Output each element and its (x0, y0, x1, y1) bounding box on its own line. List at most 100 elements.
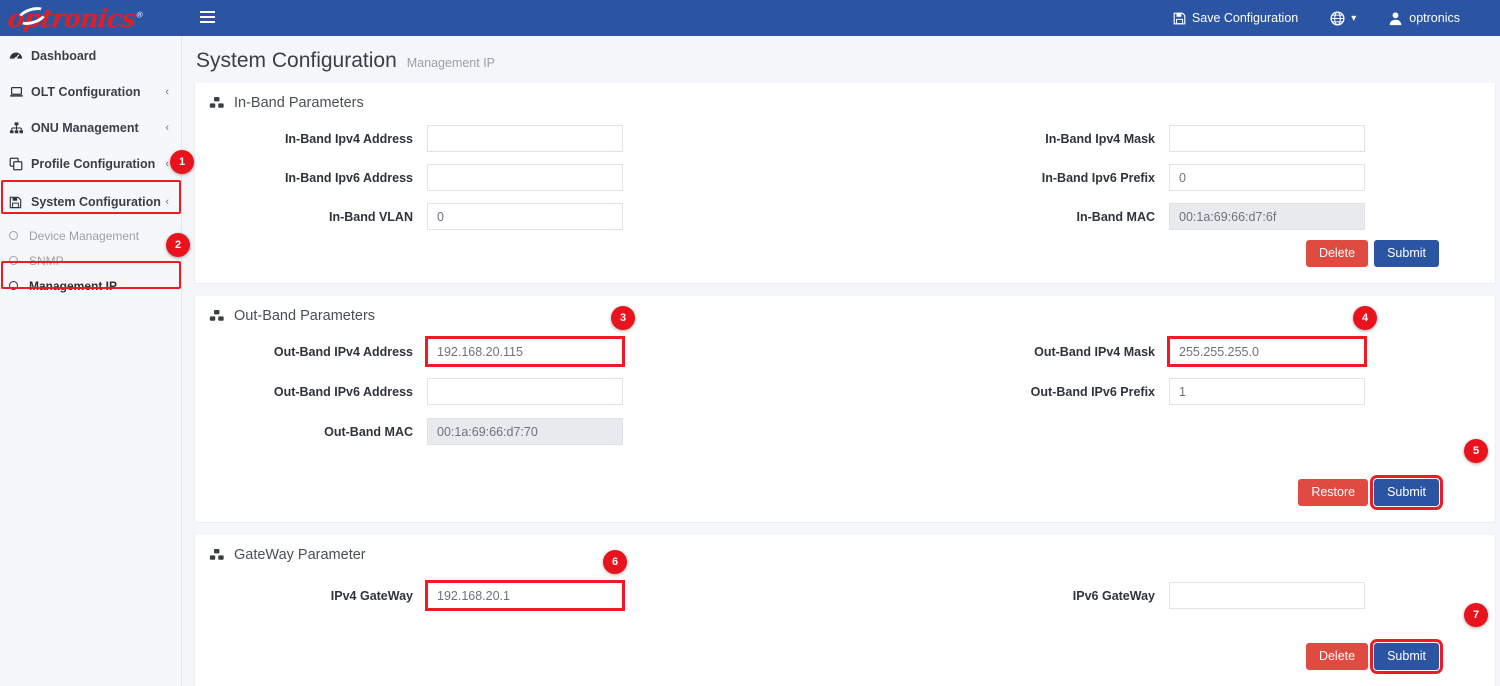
card-out-band-parameters: Out-Band Parameters Out-Band IPv4 Addres… (194, 296, 1496, 523)
brand-registered-mark: ® (135, 10, 144, 19)
field-in-band-mac-wrap: 00:1a:69:66:d7:6f (1169, 203, 1365, 230)
user-name-label: optronics (1409, 11, 1460, 25)
field-out-band-mac-wrap: 00:1a:69:66:d7:70 (427, 418, 623, 445)
sidebar-caret-system: ‹ (165, 196, 171, 208)
clone-icon (9, 157, 29, 171)
step-marker-4: 4 (1353, 306, 1377, 330)
field-in-band-ipv6-prefix-wrap: 0 (1169, 164, 1365, 191)
input-out-band-ipv4-mask[interactable]: 255.255.255.0 (1169, 338, 1365, 365)
label-ipv6-gateway: IPv6 GateWay (937, 589, 1169, 603)
brand-logo-text: optronics® (6, 6, 144, 31)
sidebar-item-snmp-label: SNMP (29, 254, 64, 268)
save-configuration-button[interactable]: Save Configuration (1157, 0, 1314, 36)
input-ipv4-gateway[interactable]: 192.168.20.1 (427, 582, 623, 609)
card-gateway-parameter: GateWay Parameter IPv4 GateWay 192.168.2… (194, 535, 1496, 686)
section-title-gateway: GateWay Parameter (195, 535, 1495, 569)
cubes-icon (209, 96, 225, 110)
step-marker-4-label: 4 (1362, 312, 1368, 324)
language-selector[interactable]: ▾ (1314, 0, 1372, 36)
sidebar-nav: Dashboard OLT Configuration ‹ (0, 36, 182, 686)
field-in-band-ipv4-address-wrap (427, 125, 623, 152)
step-marker-3: 3 (611, 306, 635, 330)
submit-button-gateway[interactable]: Submit (1374, 643, 1439, 670)
sidebar-item-olt-configuration-label: OLT Configuration (29, 85, 165, 99)
input-in-band-ipv4-address[interactable] (427, 125, 623, 152)
form-in-band: In-Band Ipv4 Address In-Band Ipv4 Mask I… (195, 117, 1495, 240)
input-in-band-ipv6-prefix[interactable]: 0 (1169, 164, 1365, 191)
label-in-band-ipv6-address: In-Band Ipv6 Address (195, 171, 427, 185)
top-navbar: optronics® Save Configuration (0, 0, 1500, 36)
restore-button-out-band[interactable]: Restore (1298, 479, 1368, 506)
sidebar-item-management-ip[interactable]: Management IP (0, 273, 181, 298)
label-in-band-ipv4-mask: In-Band Ipv4 Mask (937, 132, 1169, 146)
field-out-band-ipv6-address-wrap (427, 378, 623, 405)
button-row-gateway: Delete Submit 7 (195, 619, 1495, 686)
step-marker-7: 7 (1464, 603, 1488, 627)
label-in-band-vlan: In-Band VLAN (195, 210, 427, 224)
field-in-band-vlan-wrap: 0 (427, 203, 623, 230)
sidebar-item-system-configuration[interactable]: System Configuration ‹ (0, 184, 181, 220)
sidebar-item-onu-management[interactable]: ONU Management ‹ (0, 110, 181, 146)
save-icon (9, 196, 29, 209)
input-in-band-ipv4-mask[interactable] (1169, 125, 1365, 152)
step-marker-5: 5 (1464, 439, 1488, 463)
brand-name: optronics (6, 4, 137, 33)
label-out-band-ipv4-mask: Out-Band IPv4 Mask (937, 345, 1169, 359)
button-row-out-band: Restore Submit 5 (195, 455, 1495, 522)
submit-button-in-band[interactable]: Submit (1374, 240, 1439, 267)
input-in-band-mac: 00:1a:69:66:d7:6f (1169, 203, 1365, 230)
card-in-band-parameters: In-Band Parameters In-Band Ipv4 Address … (194, 83, 1496, 284)
label-out-band-ipv6-prefix: Out-Band IPv6 Prefix (937, 385, 1169, 399)
floppy-save-icon (1173, 12, 1186, 25)
field-out-band-ipv4-address-wrap: 192.168.20.115 3 (427, 338, 623, 365)
button-row-in-band: Delete Submit (195, 240, 1495, 283)
input-in-band-ipv6-address[interactable] (427, 164, 623, 191)
input-in-band-vlan[interactable]: 0 (427, 203, 623, 230)
cubes-icon (209, 548, 225, 562)
step-marker-6-label: 6 (612, 556, 618, 568)
brand-logo[interactable]: optronics® (0, 0, 182, 36)
section-title-out-band: Out-Band Parameters (195, 296, 1495, 330)
input-out-band-ipv6-prefix[interactable]: 1 (1169, 378, 1365, 405)
user-avatar-icon (1388, 11, 1403, 26)
globe-icon (1330, 11, 1345, 26)
input-out-band-ipv4-address[interactable]: 192.168.20.115 (427, 338, 623, 365)
section-title-in-band-label: In-Band Parameters (234, 95, 364, 111)
cubes-icon (209, 309, 225, 323)
sidebar-item-snmp[interactable]: SNMP (0, 248, 181, 273)
step-marker-1: 1 (170, 150, 194, 174)
field-in-band-ipv4-mask-wrap (1169, 125, 1365, 152)
input-out-band-ipv6-address[interactable] (427, 378, 623, 405)
input-out-band-mac: 00:1a:69:66:d7:70 (427, 418, 623, 445)
input-ipv6-gateway[interactable] (1169, 582, 1365, 609)
sidebar-item-profile-configuration[interactable]: Profile Configuration ‹ (0, 146, 181, 182)
sitemap-icon (9, 121, 29, 135)
section-title-out-band-label: Out-Band Parameters (234, 308, 375, 324)
field-in-band-ipv6-address-wrap (427, 164, 623, 191)
delete-button-in-band[interactable]: Delete (1306, 240, 1368, 267)
page-subtitle: Management IP (407, 56, 495, 70)
label-in-band-ipv6-prefix: In-Band Ipv6 Prefix (937, 171, 1169, 185)
sidebar-item-device-management[interactable]: Device Management (0, 223, 181, 248)
user-menu[interactable]: optronics (1372, 0, 1476, 36)
field-ipv4-gateway-wrap: 192.168.20.1 6 (427, 582, 623, 609)
dashboard-icon (9, 49, 29, 63)
label-ipv4-gateway: IPv4 GateWay (195, 589, 427, 603)
sidebar-item-olt-configuration[interactable]: OLT Configuration ‹ (0, 74, 181, 110)
save-configuration-label: Save Configuration (1192, 11, 1298, 25)
page-header: System Configuration Management IP (182, 36, 1500, 83)
sidebar-caret-onu: ‹ (165, 122, 171, 134)
step-marker-6: 6 (603, 550, 627, 574)
hamburger-menu-icon[interactable] (194, 5, 221, 31)
section-title-gateway-label: GateWay Parameter (234, 547, 366, 563)
step-marker-3-label: 3 (620, 312, 626, 324)
sidebar-item-dashboard[interactable]: Dashboard (0, 38, 181, 74)
delete-button-gateway[interactable]: Delete (1306, 643, 1368, 670)
form-gateway: IPv4 GateWay 192.168.20.1 6 IPv6 GateWay (195, 569, 1495, 619)
sidebar-item-profile-configuration-label: Profile Configuration (29, 157, 165, 171)
page-title: System Configuration (196, 49, 397, 73)
submit-button-out-band[interactable]: Submit (1374, 479, 1439, 506)
field-ipv6-gateway-wrap (1169, 582, 1365, 609)
laptop-icon (9, 85, 29, 99)
circle-bullet-icon (9, 256, 29, 265)
